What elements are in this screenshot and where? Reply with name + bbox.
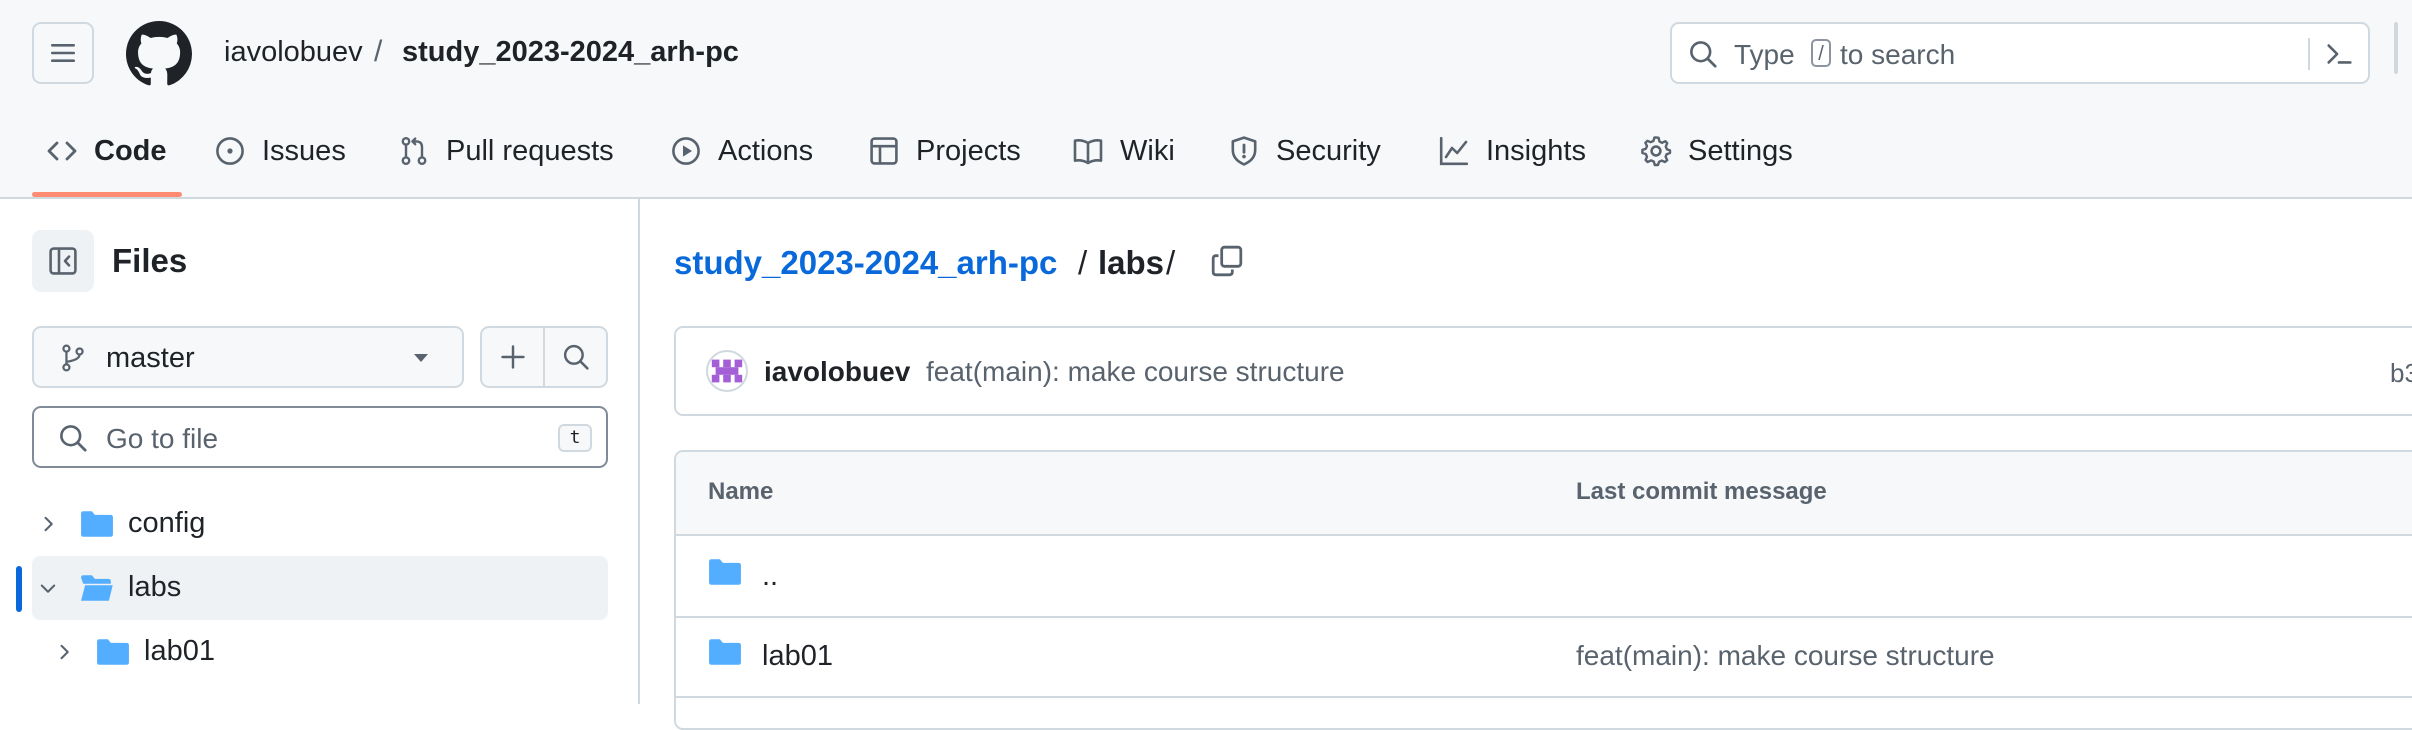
- breadcrumb-separator: /: [1166, 244, 1176, 281]
- search-icon: [1690, 41, 1717, 68]
- play-icon: [672, 137, 700, 165]
- folder-icon: [97, 639, 129, 665]
- table-icon: [870, 137, 898, 165]
- tab-label: Wiki: [1120, 134, 1175, 167]
- command-palette-icon[interactable]: [2324, 39, 2354, 69]
- tab-insights[interactable]: Insights: [1438, 126, 1586, 176]
- column-header-last-commit: Last commit message: [1576, 478, 1827, 505]
- folder-icon: [709, 639, 741, 665]
- hamburger-icon: [51, 44, 75, 62]
- folder-link[interactable]: lab01: [762, 640, 833, 673]
- tab-projects[interactable]: Projects: [868, 126, 1021, 176]
- copy-icon: [1211, 245, 1243, 277]
- triangle-down-icon: [414, 354, 428, 362]
- code-icon: [47, 141, 77, 161]
- tab-label: Actions: [718, 134, 814, 167]
- tab-wiki[interactable]: Wiki: [1072, 126, 1175, 176]
- go-to-file-placeholder: Go to file: [106, 423, 219, 454]
- file-table: Name Last commit message .. lab01 feat(m…: [674, 450, 2412, 730]
- tab-actions[interactable]: Actions: [670, 126, 813, 176]
- search-shortcut-key: /: [1811, 39, 1831, 67]
- folder-icon: [709, 559, 741, 585]
- github-logo-icon[interactable]: [126, 21, 192, 87]
- menu-button[interactable]: [32, 22, 94, 84]
- tab-code[interactable]: Code: [46, 126, 167, 176]
- repo-name-link[interactable]: study_2023-2024_arh-pc: [402, 36, 739, 69]
- repo-owner-link[interactable]: iavolobuev: [224, 36, 363, 69]
- tab-security[interactable]: Security: [1228, 126, 1381, 176]
- add-file-button[interactable]: [482, 328, 543, 386]
- collapse-sidebar-button[interactable]: [32, 230, 94, 292]
- tree-item-config[interactable]: config: [32, 492, 608, 556]
- commit-message-link[interactable]: feat(main): make course structure: [926, 356, 1345, 388]
- tab-label: Code: [94, 134, 167, 167]
- tree-item-labs[interactable]: labs: [32, 556, 608, 620]
- folder-open-icon: [81, 575, 113, 601]
- keyboard-shortcut-key: t: [558, 424, 592, 452]
- tab-label: Settings: [1688, 134, 1793, 167]
- branch-select[interactable]: master: [32, 326, 464, 388]
- book-icon: [1073, 139, 1103, 165]
- breadcrumb-repo-link[interactable]: study_2023-2024_arh-pc: [674, 244, 1057, 282]
- copy-path-button[interactable]: [1210, 244, 1244, 278]
- chevron-right-icon: [60, 644, 69, 660]
- breadcrumb-separator: /: [1078, 244, 1088, 281]
- sidebar-title: Files: [112, 242, 188, 279]
- file-tree-sidebar: Files master Go to file t config labs la…: [0, 198, 640, 704]
- search-placeholder-prefix: Type: [1734, 39, 1795, 70]
- go-to-file-input[interactable]: Go to file t: [32, 406, 608, 468]
- tab-label: Pull requests: [446, 134, 614, 167]
- search-icon: [60, 425, 87, 452]
- active-tab-indicator: [32, 192, 182, 197]
- plus-icon: [500, 345, 525, 369]
- parent-directory-link[interactable]: ..: [762, 560, 778, 593]
- avatar[interactable]: [706, 350, 748, 392]
- commit-sha-link[interactable]: b3: [2390, 358, 2412, 389]
- tree-item-lab01[interactable]: lab01: [32, 620, 608, 684]
- tab-label: Insights: [1486, 134, 1586, 167]
- breadcrumb-separator: /: [374, 35, 383, 68]
- issue-icon: [216, 137, 244, 165]
- tab-issues[interactable]: Issues: [214, 126, 346, 176]
- graph-icon: [1439, 136, 1469, 166]
- selected-item-indicator: [16, 566, 22, 612]
- tab-label: Projects: [916, 134, 1021, 167]
- latest-commit-bar: iavolobuev feat(main): make course struc…: [674, 326, 2412, 416]
- search-input[interactable]: Type / to search: [1670, 22, 2370, 84]
- tree-item-label: config: [128, 507, 206, 539]
- chevron-right-icon: [44, 516, 53, 532]
- pull-request-icon: [401, 137, 427, 165]
- branch-name: master: [106, 342, 195, 374]
- tree-item-label: labs: [128, 571, 182, 603]
- chevron-down-icon: [40, 584, 56, 593]
- tab-pull-requests[interactable]: Pull requests: [398, 126, 614, 176]
- tab-settings[interactable]: Settings: [1640, 126, 1793, 176]
- shield-icon: [1231, 136, 1257, 166]
- tree-item-label: lab01: [144, 635, 215, 667]
- search-placeholder-suffix: to search: [1840, 39, 1956, 70]
- sidebar-collapse-icon: [49, 247, 77, 275]
- gear-icon: [1641, 136, 1672, 167]
- breadcrumb-current-folder: labs: [1098, 244, 1165, 281]
- search-divider: [2308, 38, 2310, 70]
- file-actions-group: [480, 326, 608, 388]
- search-icon: [563, 344, 589, 370]
- identicon-icon: [711, 359, 743, 383]
- repo-header: iavolobuev / study_2023-2024_arh-pc Type…: [0, 0, 2412, 199]
- git-branch-icon: [62, 344, 84, 372]
- table-row[interactable]: ..: [676, 536, 2412, 618]
- commit-author-link[interactable]: iavolobuev: [764, 356, 910, 388]
- row-commit-message[interactable]: feat(main): make course structure: [1576, 640, 1995, 672]
- table-row[interactable]: lab01 feat(main): make course structure: [676, 616, 2412, 698]
- tab-label: Issues: [262, 134, 346, 167]
- search-files-button[interactable]: [543, 328, 606, 386]
- column-header-name: Name: [708, 478, 774, 505]
- tab-label: Security: [1276, 134, 1381, 167]
- folder-icon: [81, 511, 113, 537]
- table-header: Name Last commit message: [676, 452, 2412, 536]
- header-overflow-edge: [2394, 22, 2398, 74]
